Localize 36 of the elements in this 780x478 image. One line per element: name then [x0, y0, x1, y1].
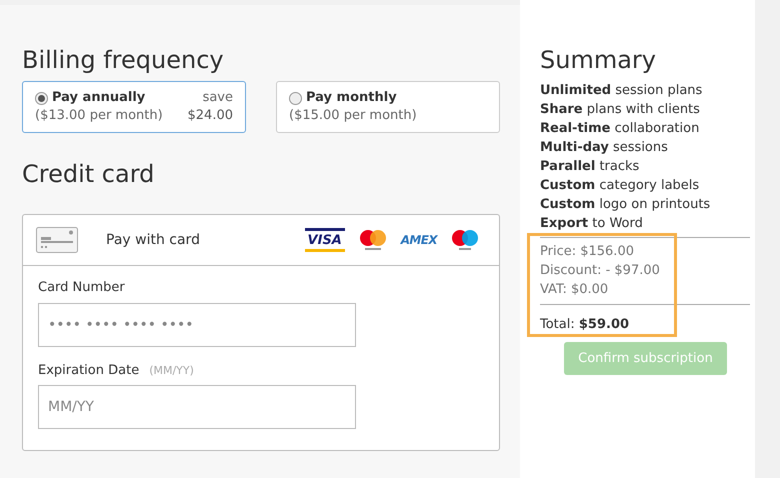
radio-button[interactable]	[35, 92, 48, 104]
feature-item: Custom category labels	[540, 177, 700, 195]
feature-item: Custom logo on printouts	[540, 196, 712, 214]
amex-logo: AMEX	[400, 234, 437, 246]
total-line: Total: $59.00	[540, 317, 630, 332]
price-line: Price: $156.00	[540, 243, 634, 261]
pay-with-card-label: Pay with card	[106, 230, 200, 250]
feature-item: Real-time collaboration	[540, 120, 700, 138]
feature-item: Export to Word	[540, 215, 644, 233]
option-label: Pay monthly	[306, 89, 397, 107]
save-amount: $24.00	[188, 107, 233, 125]
feature-item: Parallel tracks	[540, 158, 640, 176]
billing-option[interactable]: Pay annually ($13.00 per month) save $24.00	[22, 81, 246, 133]
feature-item: Multi-day sessions	[540, 139, 669, 157]
text-field[interactable]: MM/YY	[38, 385, 356, 429]
billing-title: Billing frequency	[22, 45, 225, 75]
mastercard-logo	[358, 228, 387, 252]
option-price: ($15.00 per month)	[289, 107, 417, 125]
feature-item: Share plans with clients	[540, 101, 701, 119]
option-price: ($13.00 per month)	[35, 107, 163, 125]
field-hint: (MM/YY)	[149, 362, 194, 378]
maestro-logo	[451, 228, 479, 252]
price-line: VAT: $0.00	[540, 281, 608, 299]
billing-option[interactable]: Pay monthly ($15.00 per month)	[276, 81, 500, 133]
field-label: Card Number	[38, 279, 125, 297]
radio-button[interactable]	[289, 92, 302, 104]
save-label: save	[202, 89, 233, 106]
price-line: Discount: - $97.00	[540, 262, 660, 280]
credit-card-icon	[36, 227, 78, 253]
summary-title: Summary	[540, 45, 657, 75]
option-label: Pay annually	[52, 89, 146, 107]
text-field[interactable]: •••• •••• •••• ••••	[38, 302, 356, 346]
field-label: Expiration Date	[38, 362, 140, 380]
visa-logo: VISA	[304, 228, 345, 252]
feature-item: Unlimited session plans	[540, 82, 704, 100]
credit-card-title: Credit card	[22, 159, 156, 189]
